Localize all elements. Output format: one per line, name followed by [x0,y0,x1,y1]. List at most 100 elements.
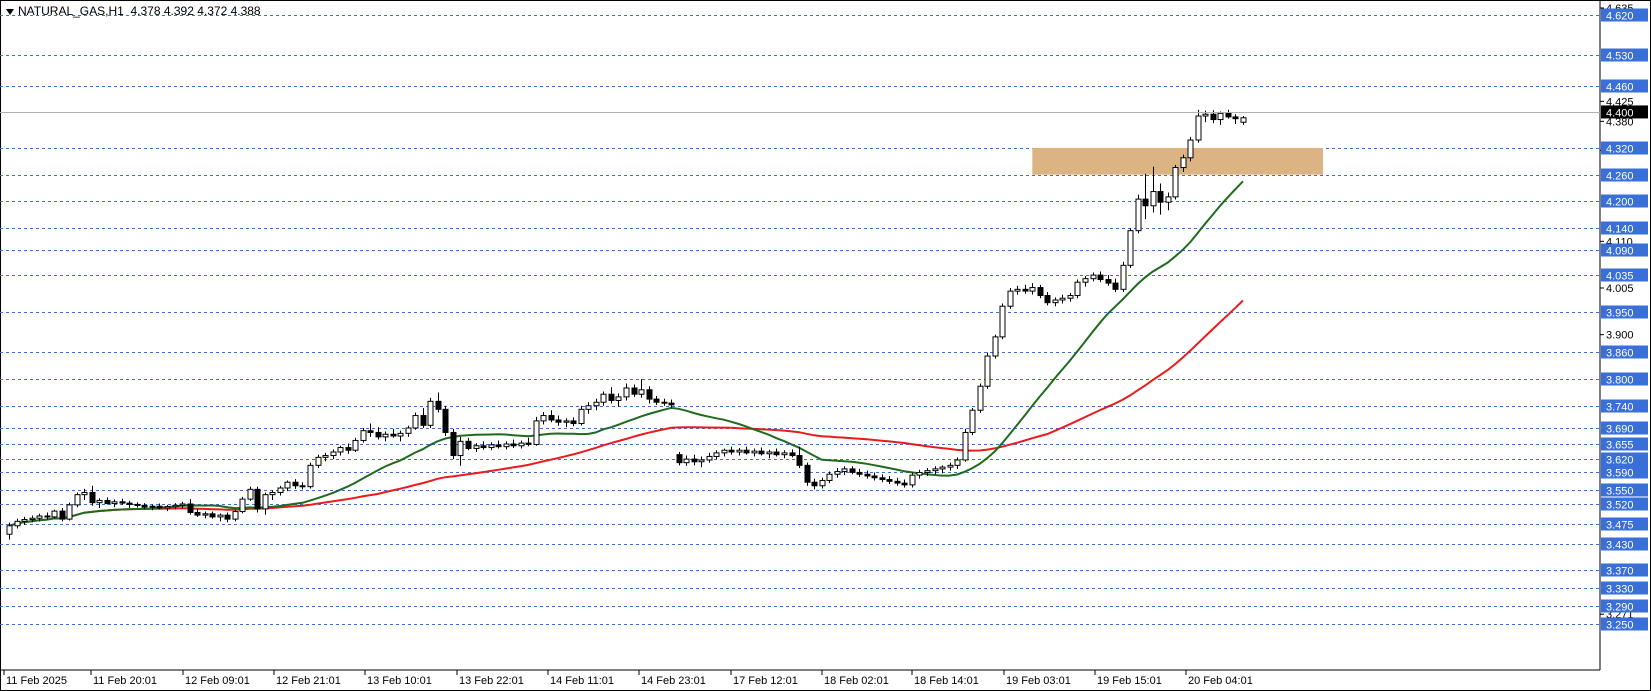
candle[interactable] [984,352,991,389]
candle-body [999,305,1006,338]
candle-body [1029,287,1036,292]
price-chart-svg[interactable]: 4.6354.4254.3804.3154.1104.0053.9003.271… [0,0,1651,691]
candle-body [382,433,389,438]
candle-body [224,514,231,520]
candle-body [623,387,630,398]
candle-body [367,430,374,433]
candle[interactable] [74,492,81,508]
candle-body [954,459,961,466]
level-label: 3.430 [1606,540,1634,552]
candle[interactable] [232,509,239,522]
candle[interactable] [1074,279,1081,299]
candle-body [330,451,337,457]
level-label: 4.260 [1606,171,1634,183]
candle-body [909,474,916,486]
candle-body [149,505,156,508]
candle-body [751,450,758,454]
candle-body [322,455,329,458]
level-label: 3.950 [1606,308,1634,320]
candle[interactable] [442,405,449,436]
candle-body [789,452,796,457]
candle[interactable] [1007,288,1014,309]
candle[interactable] [1187,136,1194,162]
candle[interactable] [450,428,457,460]
candle-body [849,468,856,473]
chart-header[interactable]: NATURAL_GAS,H1 4.378 4.392 4.372 4.388 [6,4,261,18]
candle-body [728,449,735,453]
candle[interactable] [962,428,969,462]
candle[interactable] [1127,228,1134,268]
candle-body [1105,279,1112,284]
candle-body [164,506,171,509]
candle-body [156,505,163,509]
candle-body [1165,196,1172,203]
candle-body [232,511,239,520]
candle[interactable] [977,383,984,413]
candle-body [1022,288,1029,292]
candle-body [743,449,750,454]
candle-body [435,400,442,410]
candle[interactable] [1135,194,1142,234]
candle-body [1187,139,1194,159]
candle-body [1090,274,1097,280]
candle-body [518,442,525,447]
candle-body [646,389,653,400]
candle-body [781,452,788,456]
candle[interactable] [999,303,1006,340]
candle-body [397,432,404,437]
candle-body [1135,198,1142,232]
candle-body [932,468,939,472]
candle[interactable] [66,502,73,521]
time-tick-label: 14 Feb 23:01 [641,675,706,687]
candle-body [631,387,638,395]
candle-body [864,473,871,477]
level-label: 3.655 [1606,440,1634,452]
candle[interactable] [51,509,58,519]
candle-body [969,409,976,433]
candle-body [21,519,28,522]
candle[interactable] [909,472,916,488]
level-label: 4.320 [1606,144,1634,156]
candle-body [555,419,562,423]
candle-body [111,501,118,505]
candle-body [992,336,999,357]
candle-body [59,510,66,520]
candle[interactable] [360,428,367,443]
candle-body [480,445,487,449]
candle-body [262,494,269,510]
candle-body [51,510,58,518]
candle-body [570,420,577,425]
time-tick-label: 18 Feb 14:01 [914,675,979,687]
price-tick-label: 3.900 [1606,330,1634,342]
menu-triangle-icon[interactable] [6,8,14,15]
candle-body [713,452,720,457]
candle-body [345,447,352,451]
candle[interactable] [427,397,434,428]
candle[interactable] [804,462,811,486]
candle-body [14,520,21,527]
candle-body [488,444,495,449]
candle[interactable] [254,486,261,513]
candle[interactable] [533,416,540,446]
candle-body [503,443,510,448]
time-tick-label: 12 Feb 21:01 [276,675,341,687]
candle-body [1180,157,1187,169]
candle-body [984,355,991,387]
candle[interactable] [239,496,246,514]
level-label: 4.090 [1606,246,1634,258]
candle-body [126,502,133,505]
candle[interactable] [1172,164,1179,200]
chart[interactable]: 4.6354.4254.3804.3154.1104.0053.9003.271… [0,0,1651,691]
candle-body [563,420,570,423]
candle[interactable] [969,408,976,436]
candle-body [533,420,540,445]
candle-body [1097,274,1104,281]
candle[interactable] [992,334,999,359]
candle-body [600,393,607,403]
candle-body [292,481,299,487]
candle-body [284,481,291,489]
candle[interactable] [307,462,314,489]
candle-body [1082,278,1089,283]
candle[interactable] [1120,261,1127,292]
level-label: 3.290 [1606,602,1634,614]
